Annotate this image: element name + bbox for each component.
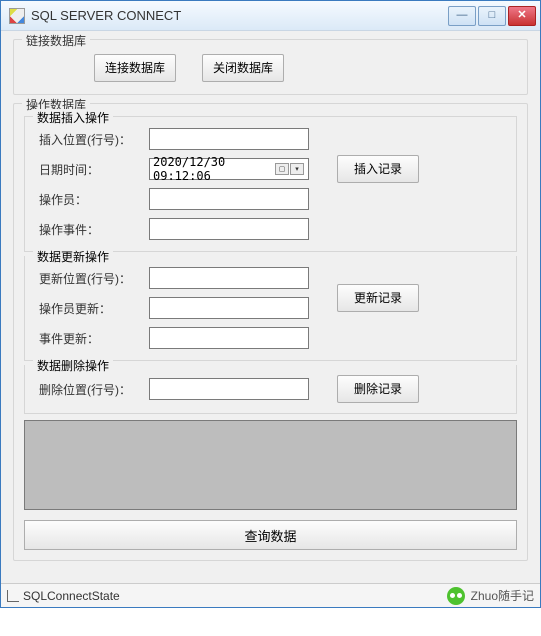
window-buttons: — □ ✕: [448, 6, 536, 26]
close-icon: ✕: [517, 10, 526, 21]
app-icon: [9, 8, 25, 24]
query-data-button[interactable]: 查询数据: [24, 520, 517, 550]
group-update-legend: 数据更新操作: [33, 248, 113, 265]
update-pos-input[interactable]: [149, 267, 309, 289]
group-update: 数据更新操作 更新位置(行号)： 操作员更新： 事件更新：: [24, 256, 517, 361]
maximize-icon: □: [489, 10, 496, 21]
wechat-icon: [447, 587, 465, 605]
event-update-label: 事件更新：: [39, 330, 149, 347]
event-input[interactable]: [149, 218, 309, 240]
group-operate: 操作数据库 数据插入操作 插入位置(行号)： 日期时间： 2020/12/30 …: [13, 103, 528, 561]
insert-record-button[interactable]: 插入记录: [337, 155, 419, 183]
event-label: 操作事件：: [39, 221, 149, 238]
insert-pos-label: 插入位置(行号)：: [39, 131, 149, 148]
titlebar: SQL SERVER CONNECT — □ ✕: [1, 1, 540, 31]
window-title: SQL SERVER CONNECT: [31, 8, 448, 23]
minimize-button[interactable]: —: [448, 6, 476, 26]
calendar-icon: ▢: [275, 163, 289, 175]
connect-db-button[interactable]: 连接数据库: [94, 54, 176, 82]
datetime-value: 2020/12/30 09:12:06: [153, 155, 275, 183]
close-button[interactable]: ✕: [508, 6, 536, 26]
operator-update-label: 操作员更新：: [39, 300, 149, 317]
group-connect-legend: 链接数据库: [22, 32, 90, 49]
client-area: 链接数据库 连接数据库 关闭数据库 操作数据库 数据插入操作 插入位置(行号)：: [1, 31, 540, 583]
log-output: [24, 420, 517, 510]
group-insert-legend: 数据插入操作: [33, 109, 113, 126]
operator-label: 操作员：: [39, 191, 149, 208]
datetime-label: 日期时间：: [39, 161, 149, 178]
group-insert: 数据插入操作 插入位置(行号)： 日期时间： 2020/12/30 09:12:…: [24, 116, 517, 252]
insert-pos-input[interactable]: [149, 128, 309, 150]
group-connect: 链接数据库 连接数据库 关闭数据库: [13, 39, 528, 95]
status-icon: [7, 590, 19, 602]
datetime-picker[interactable]: 2020/12/30 09:12:06 ▢ ▾: [149, 158, 309, 180]
operator-update-input[interactable]: [149, 297, 309, 319]
group-delete: 数据删除操作 删除位置(行号)： 删除记录: [24, 365, 517, 414]
watermark: Zhuo随手记: [447, 587, 534, 605]
delete-pos-input[interactable]: [149, 378, 309, 400]
delete-record-button[interactable]: 删除记录: [337, 375, 419, 403]
update-record-button[interactable]: 更新记录: [337, 284, 419, 312]
chevron-down-icon: ▾: [290, 163, 304, 175]
statusbar: SQLConnectState Zhuo随手记: [1, 583, 540, 607]
update-pos-label: 更新位置(行号)：: [39, 270, 149, 287]
operator-input[interactable]: [149, 188, 309, 210]
status-label: SQLConnectState: [23, 589, 120, 603]
event-update-input[interactable]: [149, 327, 309, 349]
close-db-button[interactable]: 关闭数据库: [202, 54, 284, 82]
delete-pos-label: 删除位置(行号)：: [39, 381, 149, 398]
minimize-icon: —: [457, 10, 468, 21]
maximize-button[interactable]: □: [478, 6, 506, 26]
watermark-text: Zhuo随手记: [471, 587, 534, 604]
app-window: SQL SERVER CONNECT — □ ✕ 链接数据库 连接数据库 关闭数…: [0, 0, 541, 608]
group-delete-legend: 数据删除操作: [33, 357, 113, 374]
